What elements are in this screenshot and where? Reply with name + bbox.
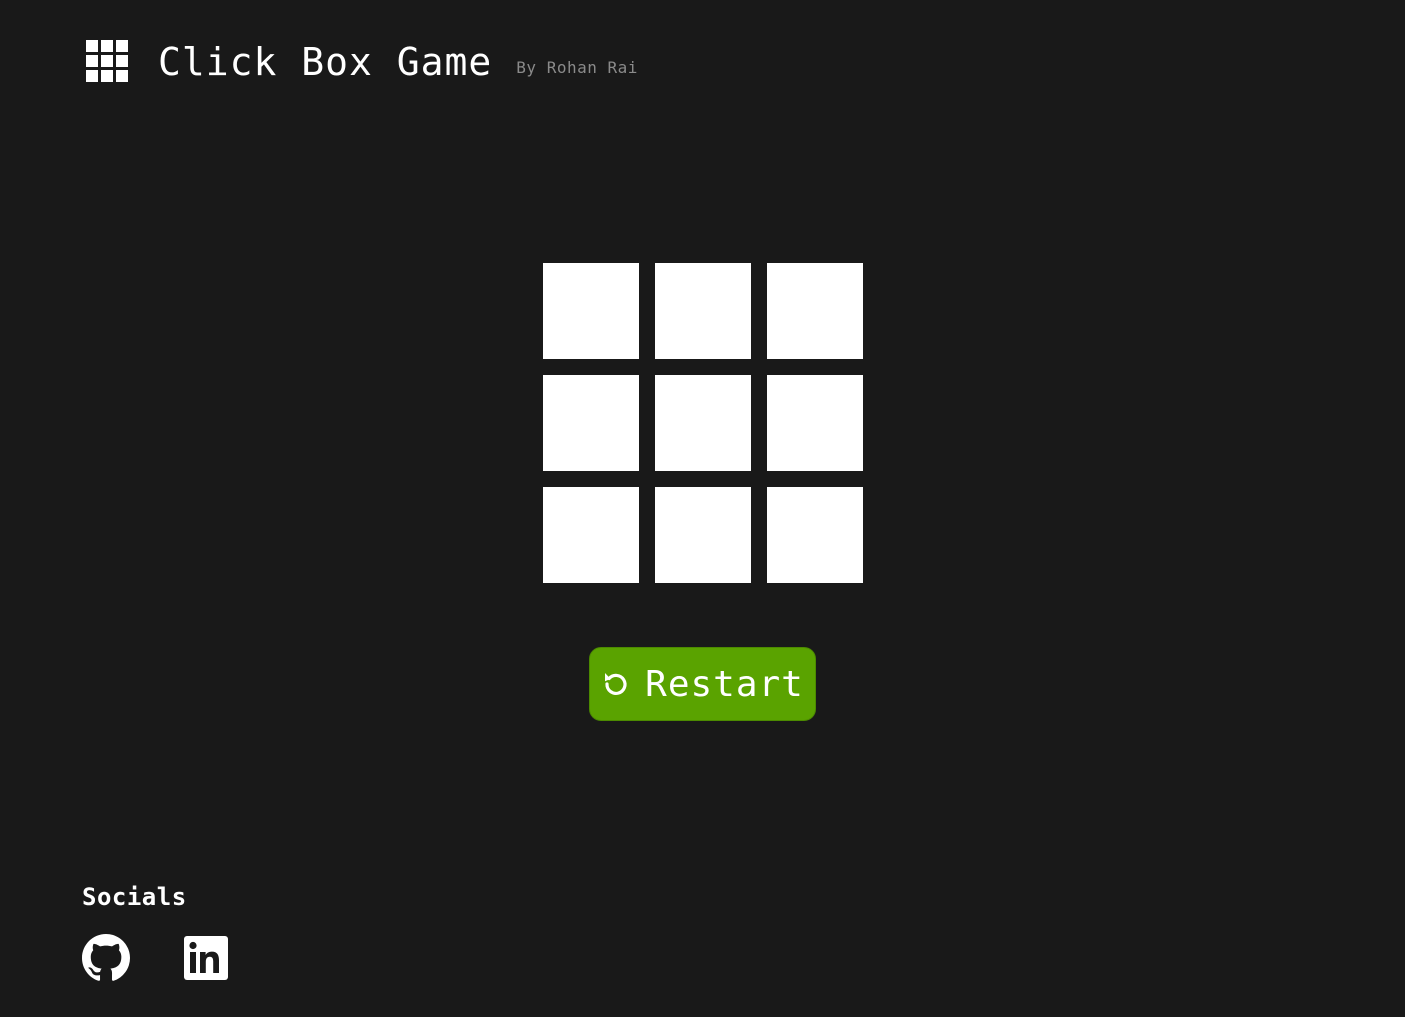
socials-section: Socials (82, 880, 230, 982)
restart-label: Restart (645, 663, 804, 705)
game-box[interactable] (543, 487, 639, 583)
restart-icon (601, 669, 631, 699)
grid-icon (86, 40, 130, 84)
game-box[interactable] (543, 375, 639, 471)
github-link[interactable] (82, 934, 130, 982)
header: Click Box Game By Rohan Rai (86, 38, 638, 86)
game-box[interactable] (543, 263, 639, 359)
author-byline: By Rohan Rai (516, 57, 638, 77)
restart-button[interactable]: Restart (589, 647, 816, 721)
game-box[interactable] (655, 487, 751, 583)
game-box[interactable] (767, 375, 863, 471)
linkedin-icon (184, 936, 228, 980)
game-box[interactable] (767, 487, 863, 583)
game-board (543, 263, 863, 583)
linkedin-link[interactable] (182, 934, 230, 982)
page: Click Box Game By Rohan Rai Restart Soci… (0, 0, 1405, 1017)
socials-heading: Socials (82, 883, 187, 911)
social-links (82, 934, 230, 982)
page-title: Click Box Game (158, 40, 493, 84)
game-box[interactable] (767, 263, 863, 359)
github-icon (82, 934, 130, 982)
game-box[interactable] (655, 375, 751, 471)
game-box[interactable] (655, 263, 751, 359)
